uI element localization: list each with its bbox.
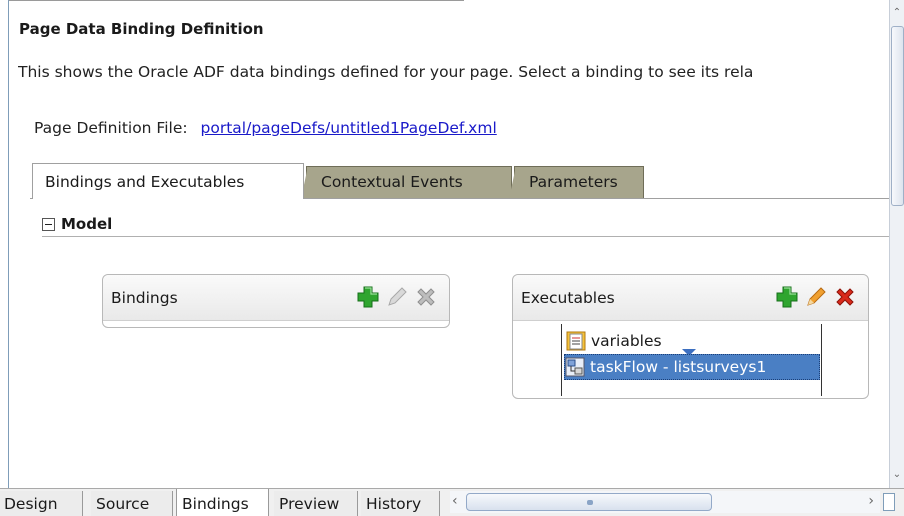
list-item[interactable]: variables: [566, 328, 662, 354]
edit-icon[interactable]: [802, 283, 829, 310]
scroll-right-icon[interactable]: ›: [868, 493, 874, 509]
tab-source[interactable]: Source: [91, 491, 173, 516]
top-border: [8, 0, 464, 1]
bindings-panel-header: Bindings: [103, 275, 449, 321]
vertical-scrollbar[interactable]: ⌃ ⌄: [889, 0, 904, 488]
tab-parameters[interactable]: Parameters: [509, 166, 644, 199]
model-label: Model: [61, 215, 113, 233]
vertical-scroll-thumb[interactable]: [891, 26, 904, 206]
scroll-grip: [587, 500, 593, 505]
horizontal-scrollbar[interactable]: ‹ ›: [450, 491, 880, 513]
tab-strip: Bindings and Executables Contextual Even…: [30, 163, 892, 199]
executables-list: variables taskFlow - listsurveys1: [561, 324, 822, 396]
executables-panel: Executables variables taskFlow - listsur…: [512, 274, 869, 399]
scroll-up-icon[interactable]: ⌃: [892, 8, 902, 18]
page-description: This shows the Oracle ADF data bindings …: [18, 63, 754, 81]
model-divider: [42, 236, 892, 237]
bindings-toolbar: [354, 283, 439, 310]
tab-history[interactable]: History: [361, 491, 440, 516]
add-icon[interactable]: [354, 283, 381, 310]
tab-bindings-and-executables[interactable]: Bindings and Executables: [32, 163, 304, 199]
variables-icon: [566, 331, 586, 351]
edit-icon[interactable]: [383, 283, 410, 310]
tab-contextual-events-label: Contextual Events: [321, 173, 463, 191]
page-definition-label: Page Definition File:: [34, 119, 188, 137]
delete-icon[interactable]: [831, 283, 858, 310]
executables-panel-title: Executables: [521, 288, 615, 307]
list-item-label: taskFlow - listsurveys1: [590, 358, 767, 376]
scroll-down-icon[interactable]: ⌄: [892, 470, 902, 480]
list-item-label: variables: [591, 332, 662, 350]
executables-panel-header: Executables: [513, 275, 868, 321]
list-item-selected[interactable]: taskFlow - listsurveys1: [564, 354, 820, 380]
left-border: [8, 0, 9, 488]
page-definition-link[interactable]: portal/pageDefs/untitled1PageDef.xml: [201, 119, 497, 137]
binding-editor: Page Data Binding Definition This shows …: [0, 0, 904, 516]
page-title: Page Data Binding Definition: [19, 20, 264, 38]
taskflow-icon: [565, 357, 585, 377]
bindings-panel: Bindings: [102, 274, 450, 328]
tab-design[interactable]: Design: [0, 491, 83, 516]
executables-toolbar: [773, 283, 858, 310]
horizontal-scroll-thumb[interactable]: [466, 493, 712, 511]
scroll-corner: [883, 493, 895, 511]
model-section-header[interactable]: Model: [42, 215, 112, 233]
tab-bindings[interactable]: Bindings: [176, 489, 269, 516]
tab-preview[interactable]: Preview: [274, 491, 358, 516]
collapse-icon[interactable]: [42, 217, 55, 231]
tab-notch: [509, 166, 516, 199]
scroll-left-icon[interactable]: ‹: [452, 493, 458, 509]
editor-tab-bar: Design Source Bindings Preview History ‹…: [0, 488, 904, 516]
page-definition-row: Page Definition File: portal/pageDefs/un…: [34, 119, 497, 137]
add-icon[interactable]: [773, 283, 800, 310]
delete-icon[interactable]: [412, 283, 439, 310]
tab-contextual-events[interactable]: Contextual Events: [301, 166, 512, 199]
bindings-panel-title: Bindings: [111, 288, 178, 307]
tab-parameters-label: Parameters: [529, 173, 618, 191]
